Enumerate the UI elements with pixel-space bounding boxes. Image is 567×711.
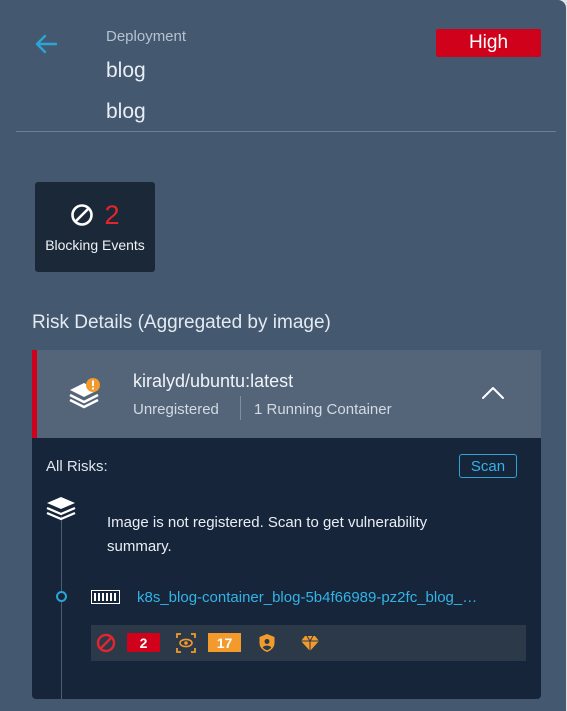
image-risk-card[interactable]: kiralyd/ubuntu:latest Unregistered 1 Run… — [32, 350, 541, 438]
image-layers-icon — [46, 497, 76, 521]
gem-icon — [301, 635, 319, 651]
image-name: kiralyd/ubuntu:latest — [133, 371, 294, 391]
audit-eye-icon — [176, 633, 196, 653]
resource-namespace: blog — [106, 100, 146, 123]
blocking-events-count: 2 — [104, 200, 120, 230]
running-containers-count: 1 Running Container — [254, 401, 392, 418]
severity-indicator-bar — [32, 350, 37, 438]
image-meta-divider — [240, 396, 241, 420]
security-shield-icon — [259, 634, 275, 652]
container-name-link[interactable]: k8s_blog-container_blog-5b4f66989-pz2fc_… — [137, 589, 507, 606]
blocking-events-summary: 2 — [35, 200, 155, 230]
back-arrow-icon[interactable] — [30, 28, 62, 60]
resource-name: blog — [106, 59, 146, 82]
container-stats-bar: 2 17 — [91, 625, 526, 661]
blocking-events-tile[interactable]: 2 Blocking Events — [35, 182, 155, 272]
all-risks-label: All Risks: — [46, 458, 108, 475]
blocked-events-count: 2 — [127, 633, 160, 652]
chevron-up-icon[interactable] — [480, 384, 506, 402]
severity-badge: High — [436, 29, 541, 57]
blocking-events-label: Blocking Events — [45, 237, 145, 253]
header-divider — [16, 131, 556, 132]
risk-details-title: Risk Details (Aggregated by image) — [32, 312, 331, 333]
audit-events-count: 17 — [208, 633, 241, 652]
image-layers-warning-icon — [69, 378, 100, 409]
blocked-events-icon — [96, 633, 116, 653]
scan-button[interactable]: Scan — [459, 454, 517, 478]
container-icon — [91, 590, 120, 604]
image-registration-status: Unregistered — [133, 401, 219, 418]
timeline-node-icon — [56, 591, 67, 602]
resource-kind: Deployment — [106, 28, 187, 45]
unregistered-image-message: Image is not registered. Scan to get vul… — [107, 514, 428, 555]
timeline-line — [61, 516, 62, 699]
image-risk-details: All Risks: Scan Image is not registered.… — [32, 438, 541, 699]
deployment-risk-panel: Deployment blog blog High 2 Blocking Eve… — [0, 0, 566, 711]
blocked-icon — [71, 204, 94, 226]
